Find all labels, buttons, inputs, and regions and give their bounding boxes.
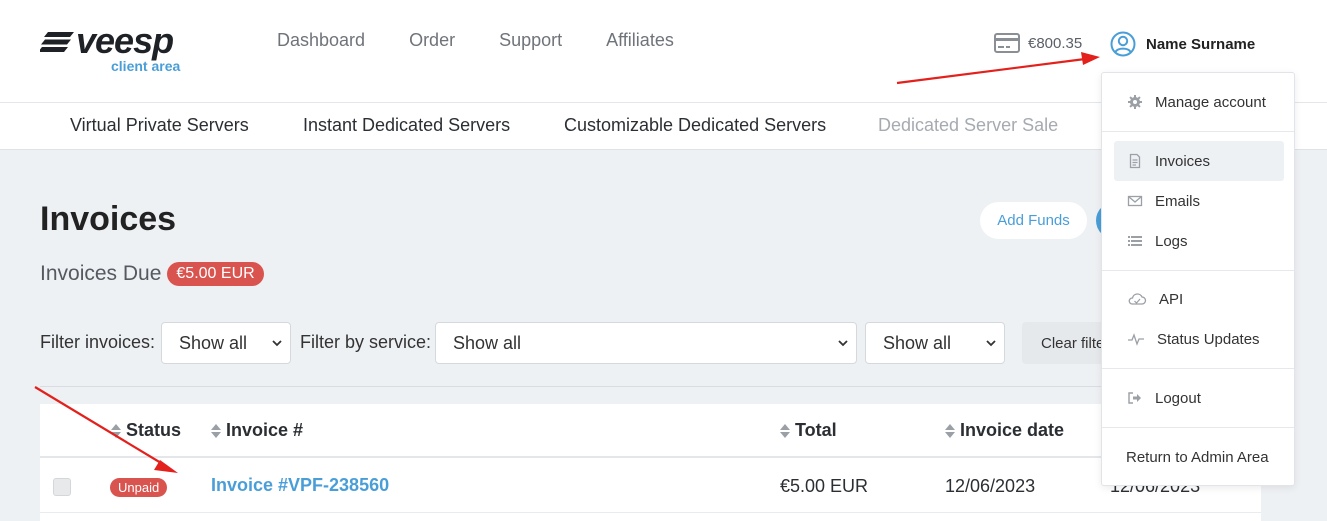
menu-status-updates-label: Status Updates [1157,330,1260,348]
invoices-due: Invoices Due €5.00 EUR [40,262,264,286]
nav-dedicated-server-sale[interactable]: Dedicated Server Sale [878,115,1058,136]
menu-invoices[interactable]: Invoices [1114,141,1284,181]
user-name: Name Surname [1146,35,1256,53]
user-dropdown-menu: Manage account Invoices Emails Logs API … [1101,72,1295,486]
filter-invoices-label: Filter invoices: [40,332,156,352]
sort-icon [211,423,221,438]
nav-customizable-dedicated-servers[interactable]: Customizable Dedicated Servers [564,115,826,136]
user-avatar-icon [1110,31,1136,57]
nav-dashboard[interactable]: Dashboard [277,30,365,51]
column-invoice-date-label: Invoice date [960,420,1065,440]
column-total[interactable]: Total [779,420,837,441]
logo-mark-icon [40,32,74,52]
menu-logout[interactable]: Logout [1114,378,1284,418]
chevron-down-icon [272,340,282,347]
row-select-checkbox[interactable] [53,478,71,496]
nav-affiliates[interactable]: Affiliates [606,30,674,51]
nav-instant-dedicated-servers[interactable]: Instant Dedicated Servers [303,115,510,136]
menu-emails[interactable]: Emails [1114,181,1284,221]
menu-separator [1102,427,1294,428]
menu-invoices-label: Invoices [1155,152,1211,170]
column-invoice-date[interactable]: Invoice date [944,420,1064,441]
document-icon [1129,153,1141,169]
gear-icon [1128,95,1142,109]
column-status-label: Status [126,420,182,440]
filter-third-select[interactable]: Show all [865,322,1005,364]
brand-name: veesp [76,20,174,61]
invoices-due-label: Invoices Due [40,262,162,285]
logout-icon [1128,392,1141,404]
account-balance[interactable]: €800.35 [994,33,1082,53]
filter-service-label: Filter by service: [300,332,432,352]
column-invoice-number[interactable]: Invoice # [210,420,303,441]
menu-api-label: API [1159,290,1184,308]
sort-icon [780,423,790,438]
menu-api[interactable]: API [1114,279,1284,319]
table-row[interactable]: Unpaid Invoice #VPF-238560 €5.00 EUR 12/… [40,460,1261,513]
brand-logo[interactable]: veesp client area [40,20,190,76]
invoice-date: 12/06/2023 [945,476,1036,496]
list-icon [1128,236,1142,246]
chevron-down-icon [838,340,848,347]
filter-invoices-select[interactable]: Show all [161,322,291,364]
sort-icon [945,423,955,438]
chevron-down-icon [986,340,996,347]
nav-support[interactable]: Support [499,30,562,51]
menu-separator [1102,270,1294,271]
menu-logs-label: Logs [1155,232,1188,250]
envelope-icon [1127,195,1143,207]
table-header: Status Invoice # Total Invoice date [40,404,1261,458]
user-menu-toggle[interactable]: Name Surname [1110,31,1255,57]
column-status[interactable]: Status [110,420,181,441]
status-badge: Unpaid [110,478,168,497]
credit-card-icon [994,33,1020,53]
menu-manage-account[interactable]: Manage account [1114,82,1284,122]
brand-subtitle: client area [111,58,181,74]
invoice-total: €5.00 EUR [780,476,869,496]
filter-third-value: Show all [883,332,952,353]
cloud-icon [1128,293,1147,305]
filter-invoices-value: Show all [179,332,248,353]
menu-logs[interactable]: Logs [1114,221,1284,261]
menu-logout-label: Logout [1155,389,1201,407]
column-total-label: Total [795,420,837,440]
main-nav: Dashboard Order Support Affiliates [255,30,696,51]
menu-status-updates[interactable]: Status Updates [1114,319,1284,359]
balance-amount: €800.35 [1028,34,1083,52]
menu-emails-label: Emails [1155,192,1201,210]
menu-separator [1102,368,1294,369]
column-invoice-number-label: Invoice # [226,420,304,440]
nav-virtual-private-servers[interactable]: Virtual Private Servers [70,115,249,136]
sort-icon [111,423,121,438]
pulse-icon [1128,333,1144,346]
clear-filters-button[interactable]: Clear filters [1022,322,1112,364]
nav-order[interactable]: Order [409,30,455,51]
add-funds-button[interactable]: Add Funds [980,202,1087,239]
filter-service-value: Show all [453,332,522,353]
filter-service-select[interactable]: Show all [435,322,857,364]
page-title: Invoices [40,200,177,238]
menu-manage-account-label: Manage account [1155,93,1266,111]
invoices-table: Status Invoice # Total Invoice date Unpa… [40,404,1261,521]
invoices-due-badge: €5.00 EUR [167,262,264,286]
menu-separator [1102,131,1294,132]
invoice-link[interactable]: Invoice #VPF-238560 [211,475,389,496]
filter-divider [40,386,1120,387]
menu-return-to-admin[interactable]: Return to Admin Area [1126,449,1269,466]
